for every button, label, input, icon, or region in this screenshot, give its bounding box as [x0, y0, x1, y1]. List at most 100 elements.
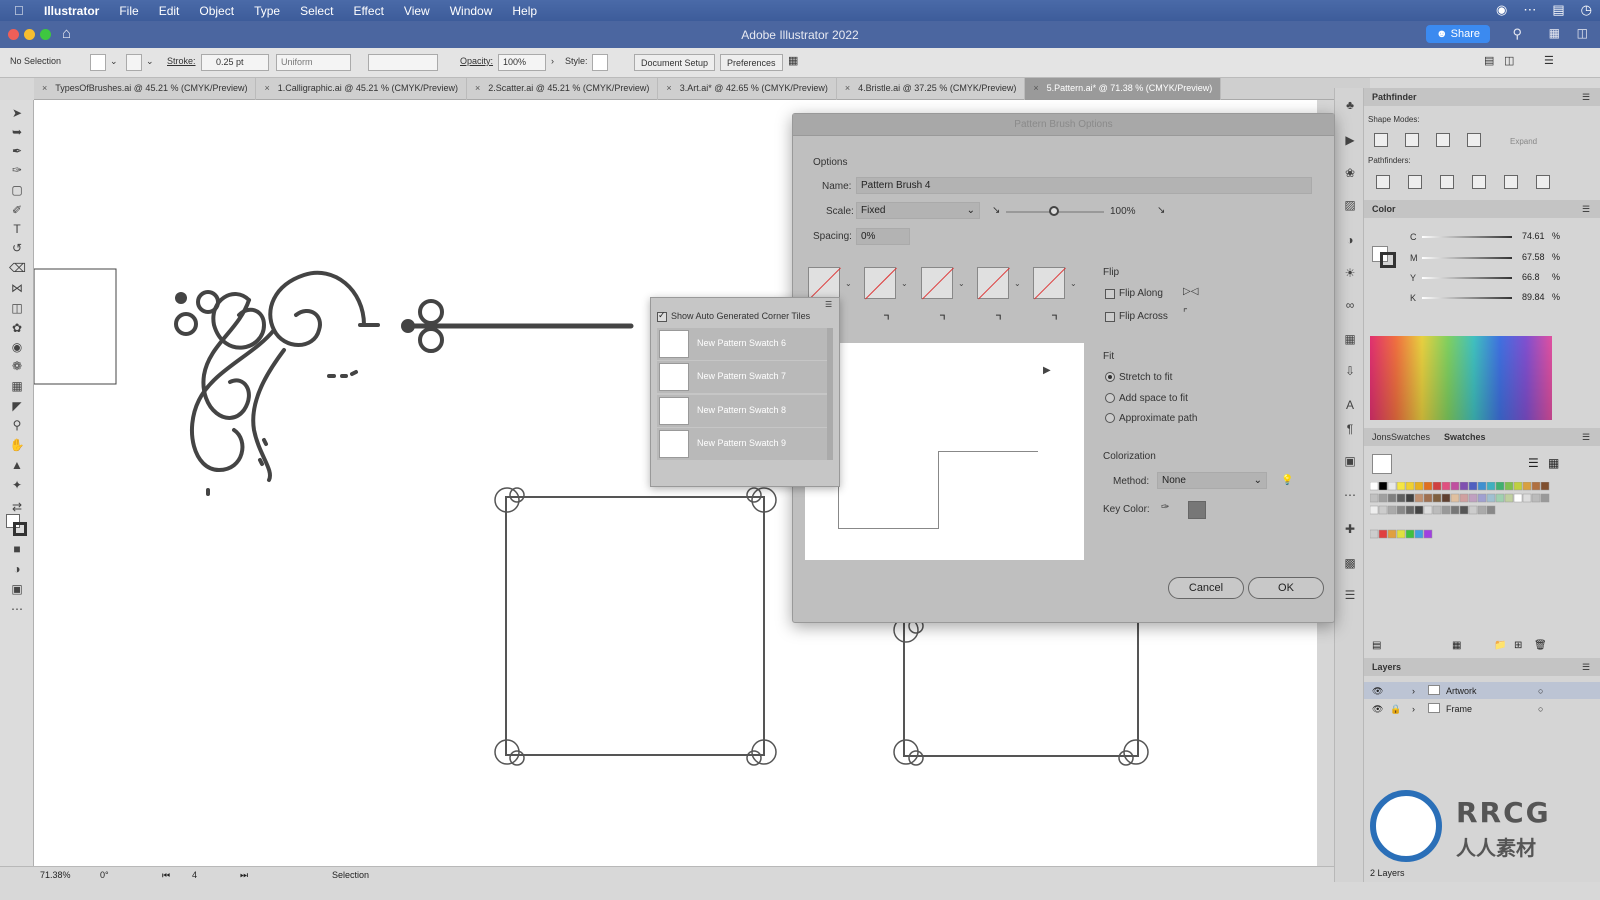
apple-icon[interactable]: 	[14, 3, 34, 18]
eraser-tool-icon[interactable]: ⌫	[9, 261, 26, 275]
swatch-chip[interactable]	[1468, 505, 1478, 515]
unite-button[interactable]	[1374, 133, 1388, 147]
outline-button[interactable]	[1504, 175, 1518, 189]
perspective-grid-tool-icon[interactable]: ▲	[9, 458, 25, 472]
swatch-chip[interactable]	[1522, 493, 1532, 503]
tab-scatter[interactable]: × 2.Scatter.ai @ 45.21 % (CMYK/Preview)	[467, 78, 659, 100]
panel-menu-icon[interactable]: ☰	[1582, 92, 1590, 103]
ok-button[interactable]: OK	[1248, 577, 1324, 599]
swatch-chip[interactable]	[1540, 482, 1550, 491]
swatch-chip[interactable]	[1405, 493, 1415, 503]
close-tab-icon[interactable]: ×	[264, 83, 269, 93]
panel-menu-icon[interactable]: ☰	[1582, 204, 1590, 215]
swatch-chip[interactable]	[1396, 482, 1406, 491]
start-tile-selector[interactable]	[977, 267, 1009, 299]
layers-panel-header[interactable]: Layers ☰	[1364, 658, 1600, 676]
close-tab-icon[interactable]: ×	[666, 83, 671, 93]
expand-button[interactable]: Expand	[1510, 137, 1537, 146]
pathfinder-panel-header[interactable]: Pathfinder ☰	[1364, 88, 1600, 106]
swatch-chip[interactable]	[1441, 493, 1451, 503]
trim-button[interactable]	[1408, 175, 1422, 189]
swatch-chip[interactable]	[1405, 529, 1415, 539]
inner-corner-tile-selector[interactable]	[921, 267, 953, 299]
menu-window[interactable]: Window	[450, 4, 493, 18]
tips-icon[interactable]: 💡	[1281, 475, 1293, 486]
rotation-value[interactable]: 0°	[100, 870, 109, 880]
side-tile-selector[interactable]	[808, 267, 840, 299]
exclude-button[interactable]	[1467, 133, 1481, 147]
lock-icon[interactable]: 🔒	[1390, 704, 1401, 715]
close-tab-icon[interactable]: ×	[845, 83, 850, 93]
swatch-chip[interactable]	[1414, 529, 1424, 539]
swatch-chip[interactable]	[1396, 505, 1406, 515]
grid-view-icon[interactable]: ▦	[1548, 456, 1559, 470]
swatch-chip[interactable]	[1531, 493, 1541, 503]
opacity-field[interactable]: 100%	[498, 54, 546, 71]
swatch-chip[interactable]	[1477, 505, 1487, 515]
type-tool-icon[interactable]: T	[9, 222, 25, 236]
menu-file[interactable]: File	[119, 4, 138, 18]
swatch-chip[interactable]	[1387, 505, 1397, 515]
brush-definition[interactable]	[368, 54, 438, 71]
channel-m-value[interactable]: 67.58	[1522, 252, 1545, 262]
target-icon[interactable]: ○	[1538, 686, 1543, 696]
selection-tool-icon[interactable]: ➤	[9, 106, 25, 120]
name-field[interactable]: Pattern Brush 4	[856, 177, 1312, 194]
direct-selection-tool-icon[interactable]: ➥	[9, 125, 25, 139]
swatch-chip[interactable]	[1450, 493, 1460, 503]
swatch-chip[interactable]	[1370, 529, 1379, 539]
opacity-label[interactable]: Opacity:	[460, 56, 493, 66]
swatch-chip[interactable]	[1531, 482, 1541, 491]
panel-menu-icon[interactable]: ☰	[1544, 54, 1554, 67]
swap-fill-stroke-icon[interactable]: ⇄	[9, 500, 25, 514]
outer-corner-tile-selector[interactable]	[864, 267, 896, 299]
intersect-button[interactable]	[1436, 133, 1450, 147]
workspace-icon[interactable]: ▦	[1549, 26, 1560, 40]
visibility-eye-icon[interactable]: 👁	[1372, 704, 1383, 715]
show-swatch-kinds-icon[interactable]: ▦	[1452, 640, 1461, 651]
artboards-icon[interactable]: ▦	[1342, 332, 1358, 348]
variable-width-profile[interactable]: Uniform	[276, 54, 351, 71]
stroke-indicator[interactable]	[13, 522, 27, 536]
key-color-swatch[interactable]	[1188, 501, 1206, 519]
swatch-chip[interactable]	[1477, 493, 1487, 503]
swatch-libraries-icon[interactable]: ▤	[1372, 640, 1381, 651]
fill-dropdown-icon[interactable]: ⌄	[110, 56, 118, 67]
minus-front-button[interactable]	[1405, 133, 1419, 147]
swatch-chip[interactable]	[1522, 482, 1532, 491]
swatch-chip[interactable]	[1486, 493, 1496, 503]
gradient-icon[interactable]: ▨	[1342, 198, 1358, 214]
scale-slider[interactable]	[1006, 206, 1104, 216]
tab-bristle[interactable]: × 4.Bristle.ai @ 37.25 % (CMYK/Preview)	[837, 78, 1026, 100]
swatch-chip[interactable]	[1513, 493, 1523, 503]
color-mode-icon[interactable]: ■	[9, 542, 25, 556]
menu-view[interactable]: View	[404, 4, 430, 18]
menu-effect[interactable]: Effect	[353, 4, 383, 18]
swatch-chip[interactable]	[1378, 505, 1388, 515]
pattern-swatch-item[interactable]: New Pattern Swatch 6	[657, 328, 827, 360]
swatch-chip[interactable]	[1378, 529, 1388, 539]
swatch-chip[interactable]	[1396, 493, 1406, 503]
scale-mode-select[interactable]: Fixed ⌄	[856, 202, 980, 219]
eyedropper-tool-icon[interactable]: ✿	[9, 321, 25, 335]
target-icon[interactable]: ○	[1538, 704, 1543, 714]
visibility-eye-icon[interactable]: 👁	[1372, 686, 1383, 697]
swatch-chip[interactable]	[1396, 529, 1406, 539]
stroke-swatch[interactable]	[126, 54, 142, 71]
pattern-swatch-item[interactable]: New Pattern Swatch 9	[657, 428, 827, 460]
swatch-chip[interactable]	[1468, 482, 1478, 491]
tab-pattern[interactable]: × 5.Pattern.ai* @ 71.38 % (CMYK/Preview)	[1025, 78, 1222, 100]
chevron-down-icon[interactable]: ⌄	[958, 279, 965, 288]
stretch-to-fit-radio[interactable]	[1105, 372, 1115, 382]
channel-c-slider[interactable]	[1422, 236, 1512, 238]
swatch-chip[interactable]	[1378, 493, 1388, 503]
color-stroke-swatch[interactable]	[1380, 252, 1396, 268]
opacity-arrow-icon[interactable]: ›	[551, 56, 554, 66]
popup-menu-icon[interactable]: ☰	[825, 300, 832, 309]
menu-app[interactable]: Illustrator	[44, 4, 99, 18]
panel-menu-icon[interactable]: ☰	[1582, 662, 1590, 673]
hand-tool-icon[interactable]: ✋	[9, 438, 25, 452]
arrange-documents-icon[interactable]: ▦	[788, 54, 798, 67]
pattern-swatch-item[interactable]: New Pattern Swatch 8	[657, 395, 827, 427]
draw-mode-icon[interactable]: ◑	[9, 562, 25, 576]
